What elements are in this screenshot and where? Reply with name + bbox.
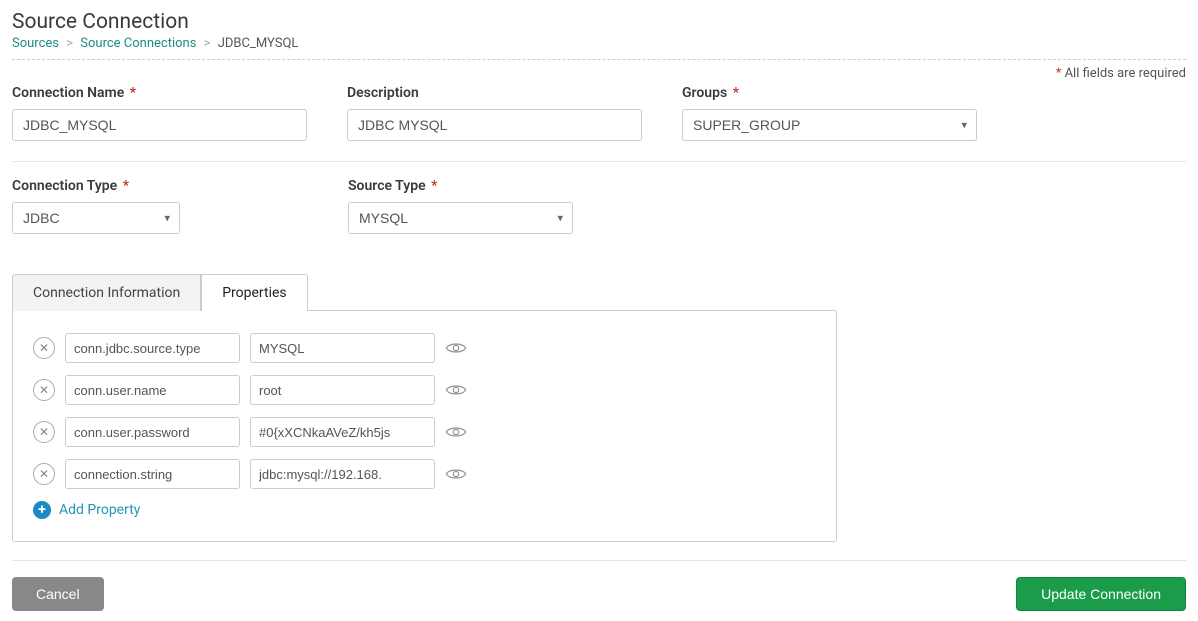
breadcrumb-link-source-connections[interactable]: Source Connections	[80, 36, 196, 51]
breadcrumb-separator: >	[66, 36, 73, 51]
property-key-input[interactable]	[65, 459, 240, 489]
property-key-input[interactable]	[65, 417, 240, 447]
delete-property-button[interactable]: ✕	[33, 463, 55, 485]
connection-name-input[interactable]	[12, 109, 307, 141]
connection-type-select[interactable]: JDBC	[12, 202, 180, 234]
plus-icon: +	[33, 501, 51, 519]
source-type-select[interactable]: MYSQL	[348, 202, 573, 234]
groups-select[interactable]: SUPER_GROUP	[682, 109, 977, 141]
property-row: ✕	[33, 375, 816, 405]
add-property-button[interactable]: + Add Property	[33, 501, 816, 519]
cancel-button[interactable]: Cancel	[12, 577, 104, 611]
connection-type-label: Connection Type *	[12, 178, 180, 194]
eye-icon[interactable]	[445, 341, 467, 355]
description-input[interactable]	[347, 109, 642, 141]
property-key-input[interactable]	[65, 375, 240, 405]
delete-property-button[interactable]: ✕	[33, 421, 55, 443]
property-row: ✕	[33, 333, 816, 363]
footer-actions: Cancel Update Connection	[12, 560, 1186, 611]
update-connection-button[interactable]: Update Connection	[1016, 577, 1186, 611]
delete-property-button[interactable]: ✕	[33, 337, 55, 359]
eye-icon[interactable]	[445, 467, 467, 481]
property-value-input[interactable]	[250, 417, 435, 447]
source-type-label: Source Type *	[348, 178, 573, 194]
breadcrumb-link-sources[interactable]: Sources	[12, 36, 59, 51]
property-row: ✕	[33, 417, 816, 447]
property-value-input[interactable]	[250, 375, 435, 405]
property-value-input[interactable]	[250, 459, 435, 489]
delete-property-button[interactable]: ✕	[33, 379, 55, 401]
property-key-input[interactable]	[65, 333, 240, 363]
tab-connection-information[interactable]: Connection Information	[12, 274, 201, 311]
groups-label: Groups *	[682, 85, 977, 101]
breadcrumb: Sources > Source Connections > JDBC_MYSQ…	[12, 36, 1186, 60]
description-label: Description	[347, 85, 642, 101]
properties-panel: ✕ ✕ ✕ ✕ + Add Property	[12, 310, 837, 542]
breadcrumb-separator: >	[204, 36, 211, 51]
eye-icon[interactable]	[445, 383, 467, 397]
property-value-input[interactable]	[250, 333, 435, 363]
required-fields-note: * All fields are required	[12, 66, 1186, 81]
breadcrumb-current: JDBC_MYSQL	[218, 36, 299, 51]
connection-name-label: Connection Name *	[12, 85, 307, 101]
page-title: Source Connection	[12, 10, 1186, 34]
tabs: Connection Information Properties	[12, 274, 1186, 311]
eye-icon[interactable]	[445, 425, 467, 439]
tab-properties[interactable]: Properties	[201, 274, 307, 311]
property-row: ✕	[33, 459, 816, 489]
add-property-label: Add Property	[59, 502, 140, 518]
